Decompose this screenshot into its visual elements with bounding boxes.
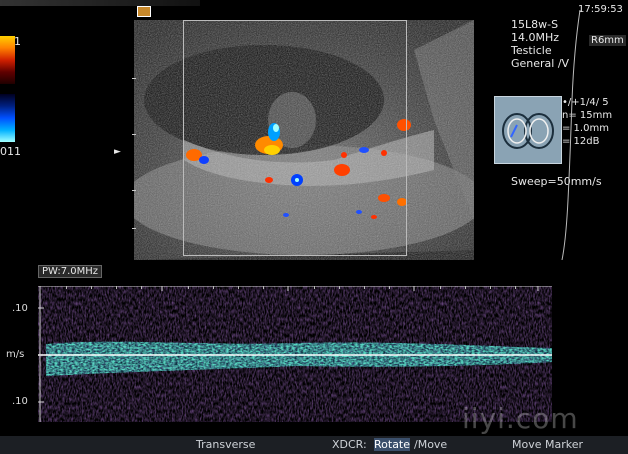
color-box[interactable] bbox=[183, 20, 407, 256]
color-scale-positive bbox=[0, 36, 15, 84]
body-marker-testes-icon bbox=[494, 96, 562, 164]
depth-button[interactable]: R6mm bbox=[589, 35, 626, 46]
move-marker-softkey[interactable]: Move Marker bbox=[512, 438, 583, 451]
color-scale-negative bbox=[0, 94, 15, 142]
color-scale-bottom-label: 011 bbox=[0, 145, 21, 158]
top-title-strip bbox=[0, 0, 200, 6]
depth-tick bbox=[132, 228, 136, 229]
depth-tick bbox=[132, 78, 136, 79]
move-softkey[interactable]: /Move bbox=[414, 438, 447, 451]
watermark-logo: iiyi.com bbox=[462, 402, 579, 435]
rotate-softkey[interactable]: Rotate bbox=[374, 438, 411, 451]
focus-marker: ► bbox=[114, 147, 121, 157]
depth-tick bbox=[132, 190, 136, 191]
xdcr-softkey-prefix[interactable]: XDCR: bbox=[332, 438, 367, 451]
velocity-scale-top: .10 bbox=[12, 303, 28, 314]
trace-curve bbox=[561, 10, 581, 260]
transverse-softkey[interactable]: Transverse bbox=[196, 438, 255, 451]
velocity-scale-unit: m/s bbox=[6, 349, 25, 360]
velocity-scale-bottom: .10 bbox=[12, 396, 28, 407]
softkey-bar: Transverse XDCR: Rotate /Move Move Marke… bbox=[0, 436, 628, 454]
depth-tick bbox=[132, 134, 136, 135]
pointer-marker bbox=[137, 6, 151, 17]
pw-doppler-label[interactable]: PW:7.0MHz bbox=[38, 265, 103, 278]
